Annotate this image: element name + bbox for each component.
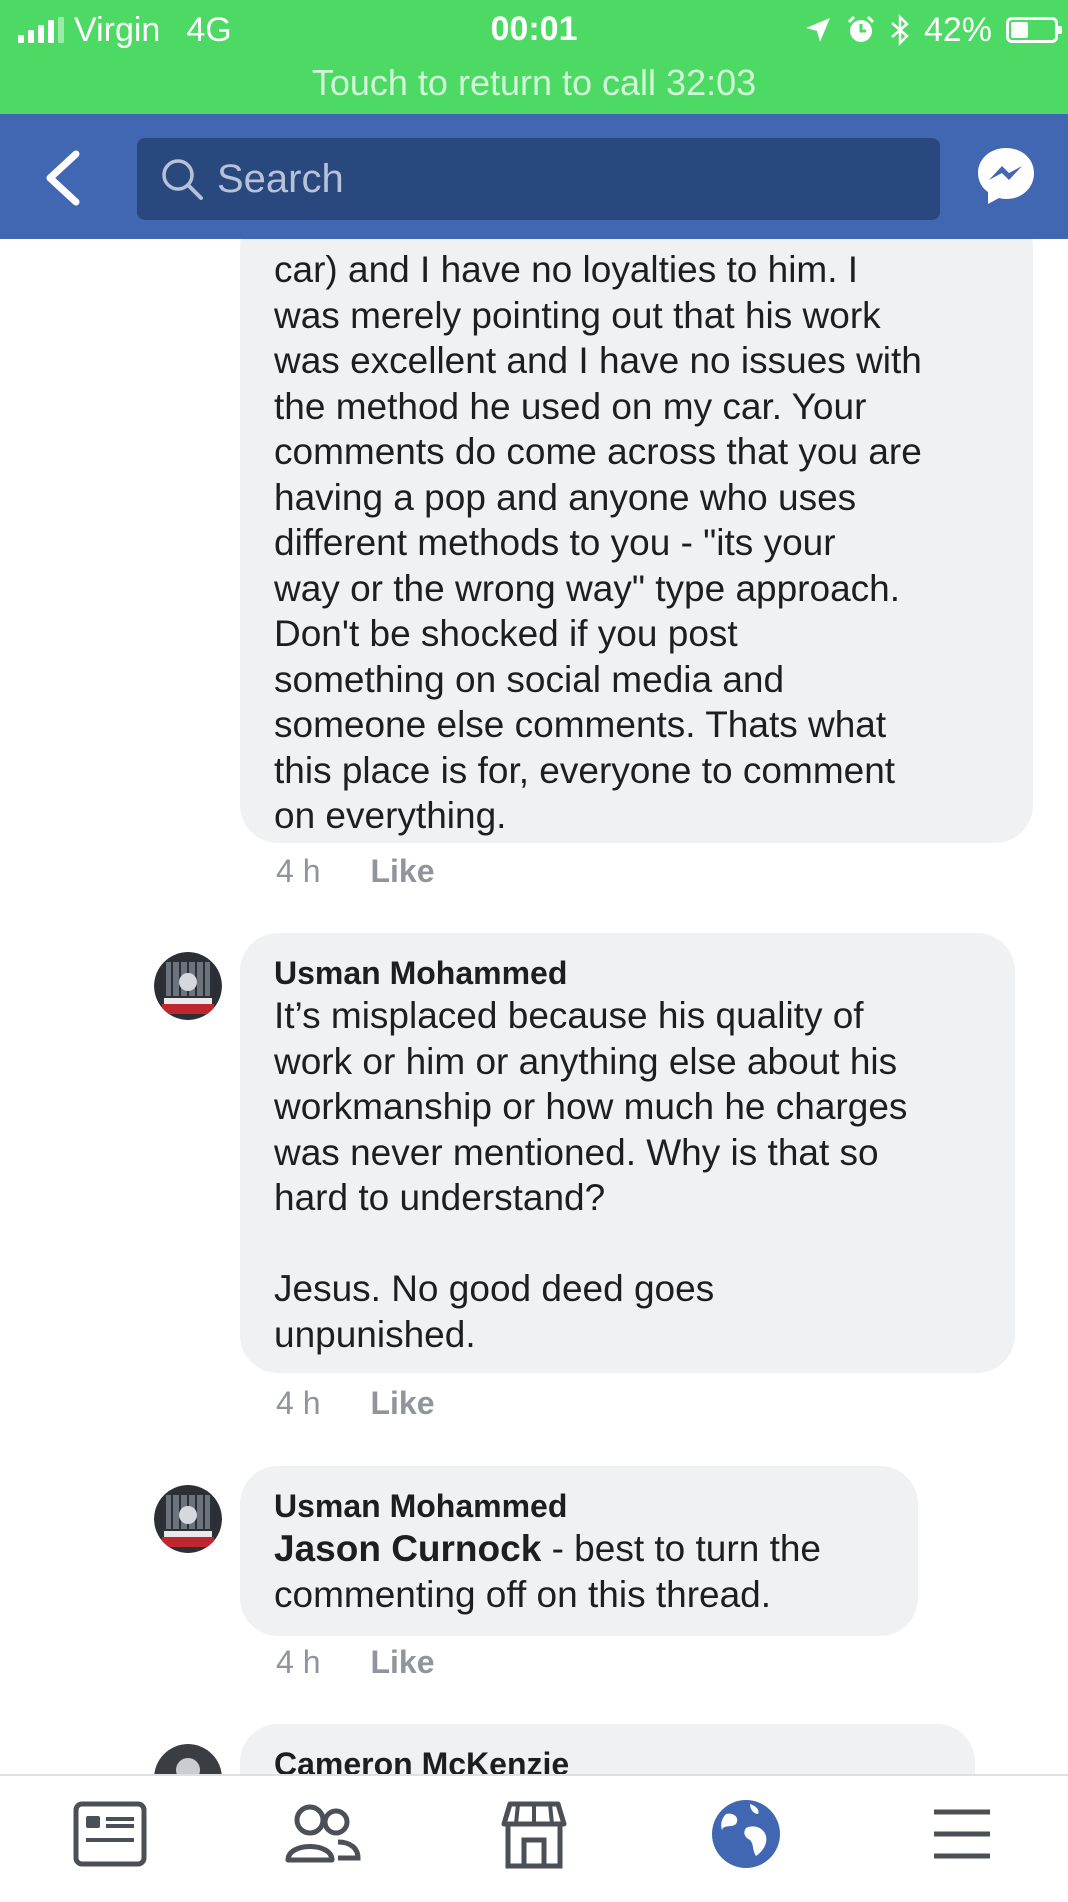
search-bar[interactable] <box>137 138 940 220</box>
friends-icon[interactable] <box>282 1794 362 1874</box>
avatar[interactable] <box>154 952 222 1020</box>
search-icon <box>162 159 203 200</box>
globe-icon[interactable] <box>706 1794 786 1874</box>
battery-level <box>1011 22 1028 38</box>
comment-bubble[interactable]: Usman Mohammed Jason Curnock - best to t… <box>240 1466 918 1636</box>
mention-link[interactable]: Jason Curnock <box>274 1528 541 1569</box>
like-link[interactable]: Like <box>370 1644 434 1681</box>
comment-timestamp: 4 h <box>276 1644 321 1680</box>
menu-icon[interactable] <box>922 1794 1002 1874</box>
marketplace-icon[interactable] <box>494 1794 574 1874</box>
comment-thread[interactable]: car) and I have no loyalties to him. I w… <box>0 239 1068 1774</box>
like-link[interactable]: Like <box>370 853 434 890</box>
bluetooth-icon <box>891 14 909 46</box>
comment-timestamp: 4 h <box>276 853 321 889</box>
location-icon <box>805 18 830 42</box>
comment-author[interactable]: Usman Mohammed <box>274 1486 884 1526</box>
comment-author[interactable]: Cameron McKenzie <box>274 1744 941 1774</box>
status-right: 42% <box>804 10 1062 50</box>
status-bar[interactable]: Virgin 4G 00:01 42% Touch to return to c… <box>0 0 1068 114</box>
comment-text: Jason Curnock - best to turn the comment… <box>274 1526 884 1617</box>
battery-icon <box>1006 17 1062 43</box>
comment-author[interactable]: Usman Mohammed <box>274 953 981 993</box>
return-to-call-banner[interactable]: Touch to return to call 32:03 <box>0 62 1068 104</box>
comment-text: car) and I have no loyalties to him. I w… <box>274 249 922 836</box>
comment-bubble[interactable]: Cameron McKenzie <box>240 1724 975 1774</box>
avatar[interactable] <box>154 1744 222 1774</box>
news-feed-icon[interactable] <box>70 1794 150 1874</box>
battery-percent: 42% <box>923 10 992 49</box>
back-icon[interactable] <box>38 150 88 206</box>
comment-text: It’s misplaced because his quality of wo… <box>274 995 908 1355</box>
messenger-icon[interactable] <box>974 144 1038 208</box>
bottom-tab-bar <box>0 1774 1068 1902</box>
like-link[interactable]: Like <box>370 1385 434 1422</box>
top-nav-bar <box>0 114 1068 239</box>
comment-meta: 4 h Like <box>276 1385 435 1422</box>
avatar[interactable] <box>154 1485 222 1553</box>
comment-timestamp: 4 h <box>276 1385 321 1421</box>
comment-bubble[interactable]: car) and I have no loyalties to him. I w… <box>240 239 1033 843</box>
comment-meta: 4 h Like <box>276 1644 435 1681</box>
search-input[interactable] <box>215 155 919 203</box>
comment-meta: 4 h Like <box>276 853 435 890</box>
comment-bubble[interactable]: Usman Mohammed It’s misplaced because hi… <box>240 933 1015 1373</box>
alarm-icon <box>847 15 874 42</box>
